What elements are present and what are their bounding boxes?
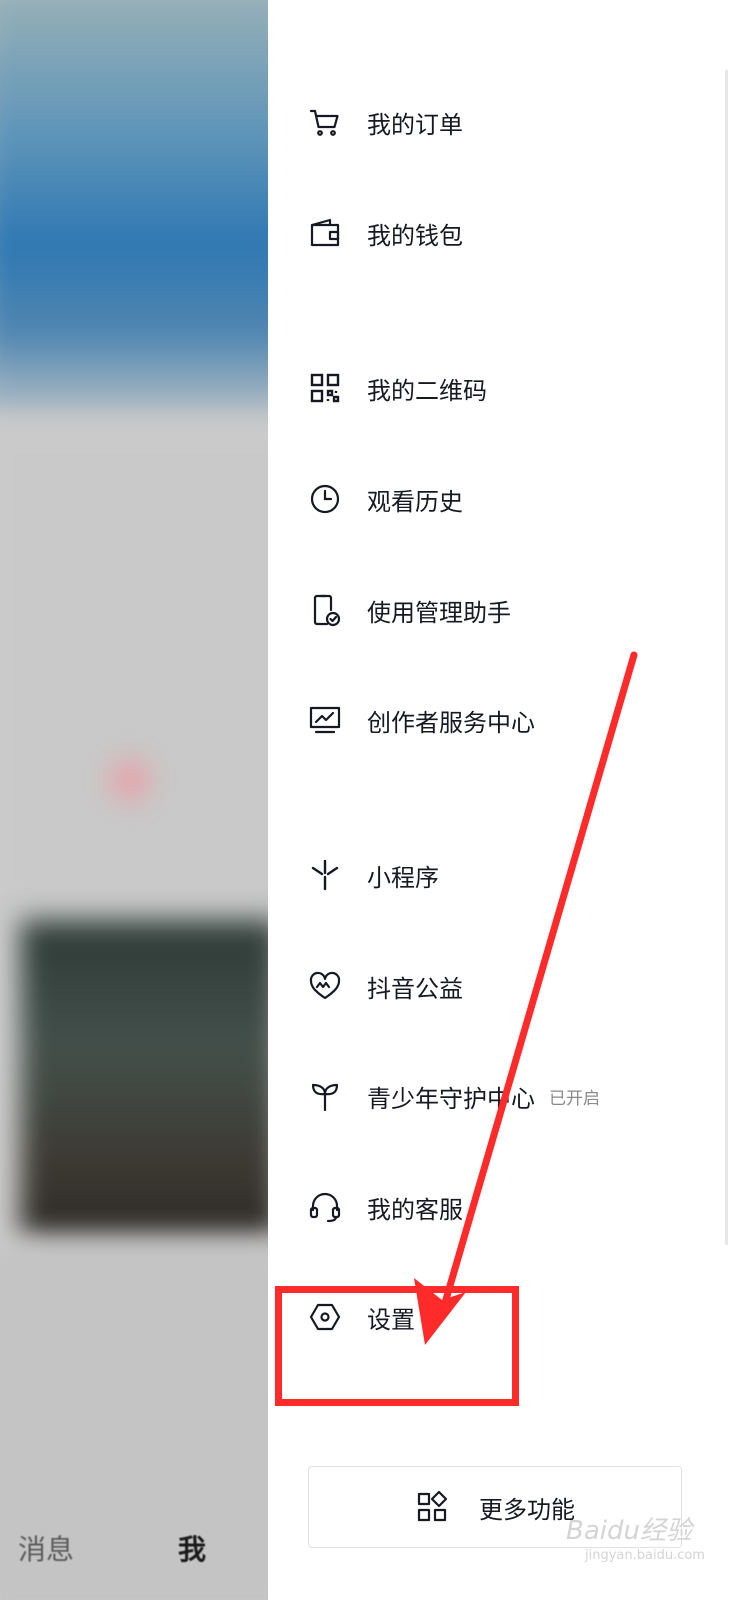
menu-item-my-orders[interactable]: 我的订单 — [308, 92, 463, 152]
menu-item-label: 我的二维码 — [367, 376, 487, 405]
menu-item-creator-center[interactable]: 创作者服务中心 — [308, 690, 535, 750]
menu-item-label: 抖音公益 — [367, 974, 463, 1003]
background-video-thumbnail — [20, 920, 268, 1240]
status-badge: 已开启 — [549, 1088, 600, 1109]
cart-icon — [308, 105, 342, 139]
menu-item-usage-manager[interactable]: 使用管理助手 — [308, 580, 511, 640]
watermark-logo: Baidu经验 — [566, 1516, 692, 1546]
background-app[interactable]: 消息 我 — [0, 0, 268, 1600]
heart-charity-icon — [308, 969, 342, 1003]
bottom-nav: 消息 我 — [0, 1490, 268, 1600]
scrollbar[interactable] — [725, 70, 728, 1245]
apps-grid-icon — [415, 1490, 449, 1524]
menu-item-youth-protection[interactable]: 青少年守护中心 已开启 — [308, 1066, 600, 1126]
menu-item-label: 青少年守护中心 — [367, 1084, 535, 1113]
chart-monitor-icon — [308, 703, 342, 737]
annotation-highlight-box — [275, 1286, 519, 1406]
menu-item-label: 我的客服 — [367, 1195, 463, 1224]
menu-item-label: 创作者服务中心 — [367, 708, 535, 737]
menu-item-label: 小程序 — [367, 863, 439, 892]
menu-item-charity[interactable]: 抖音公益 — [308, 956, 463, 1016]
nav-tab-me[interactable]: 我 — [178, 1528, 206, 1568]
mini-program-icon — [308, 858, 342, 892]
menu-item-customer-service[interactable]: 我的客服 — [308, 1177, 463, 1237]
wallet-icon — [308, 216, 342, 250]
nav-tab-messages[interactable]: 消息 — [18, 1528, 74, 1568]
clock-icon — [308, 482, 342, 516]
more-features-label: 更多功能 — [479, 1495, 575, 1524]
sprout-icon — [308, 1079, 342, 1113]
menu-item-my-qrcode[interactable]: 我的二维码 — [308, 358, 487, 418]
menu-item-label: 我的订单 — [367, 110, 463, 139]
menu-item-mini-programs[interactable]: 小程序 — [308, 845, 439, 905]
background-banner — [0, 0, 268, 420]
menu-item-label: 我的钱包 — [367, 221, 463, 250]
background-dot — [110, 760, 150, 800]
menu-item-label: 使用管理助手 — [367, 598, 511, 627]
watermark-url: jingyan.baidu.com — [585, 1548, 705, 1563]
menu-item-my-wallet[interactable]: 我的钱包 — [308, 203, 463, 263]
menu-item-label: 观看历史 — [367, 487, 463, 516]
phone-check-icon — [308, 593, 342, 627]
background-content — [0, 420, 268, 920]
headset-icon — [308, 1190, 342, 1224]
qrcode-icon — [308, 371, 342, 405]
menu-item-watch-history[interactable]: 观看历史 — [308, 469, 463, 529]
